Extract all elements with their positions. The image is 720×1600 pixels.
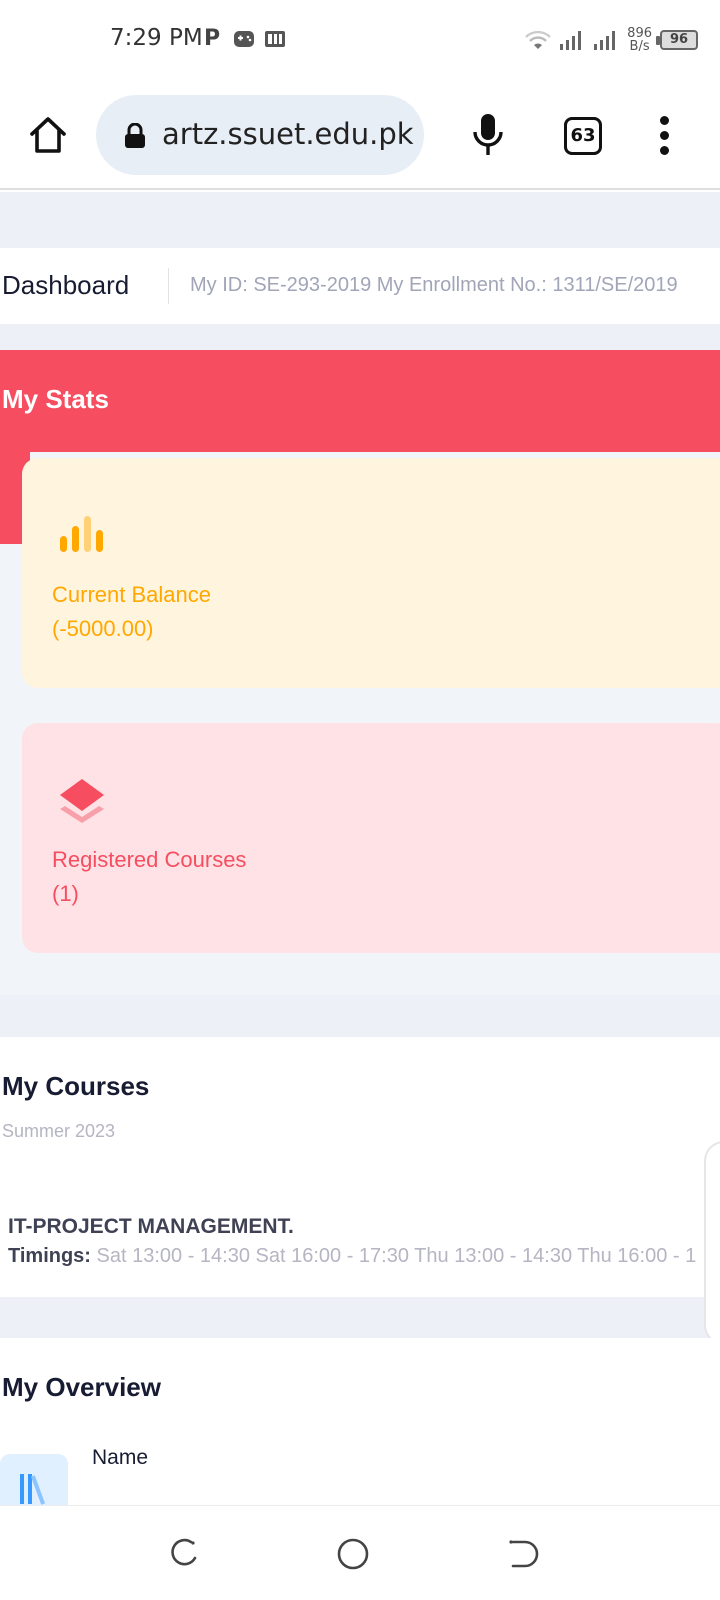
address-bar[interactable]: artz.ssuet.edu.pk: [96, 95, 424, 175]
my-courses-panel: My Courses Summer 2023 IT-PROJECT MANAGE…: [0, 1037, 720, 1345]
microphone-icon[interactable]: [468, 112, 508, 158]
my-overview-panel: My Overview Name: [0, 1338, 720, 1505]
timings-label: Timings:: [8, 1245, 91, 1267]
stats-panel: My Stats Current Balance (-5000.00) Regi…: [0, 350, 720, 995]
student-info: My ID: SE-293-2019 My Enrollment No.: 13…: [190, 274, 678, 296]
balance-value: (-5000.00): [52, 616, 154, 641]
signal-icon-1: [560, 31, 582, 50]
pdf-icon: [265, 31, 285, 47]
my-courses-title: My Courses: [2, 1071, 150, 1101]
subheader: Dashboard My ID: SE-293-2019 My Enrollme…: [0, 248, 720, 324]
game-icon: [234, 31, 254, 47]
timings-value: Sat 13:00 - 14:30 Sat 16:00 - 17:30 Thu …: [96, 1245, 697, 1267]
tab-switcher-button[interactable]: 63: [564, 117, 602, 155]
url-text[interactable]: artz.ssuet.edu.pk: [162, 117, 414, 151]
balance-label: Current Balance: [52, 582, 211, 607]
battery-icon: 96: [656, 30, 698, 50]
page-content: Dashboard My ID: SE-293-2019 My Enrollme…: [0, 192, 720, 1505]
home-circle-icon[interactable]: [335, 1536, 371, 1572]
my-overview-title: My Overview: [2, 1372, 161, 1402]
status-time: 7:29 PM: [110, 25, 203, 51]
back-icon[interactable]: [505, 1536, 541, 1572]
library-icon: [0, 1454, 68, 1505]
courses-label: Registered Courses: [52, 847, 247, 872]
status-bar: 7:29 PM P 896 B/s 96: [0, 0, 720, 80]
network-speed: 896 B/s: [627, 27, 652, 53]
navigation-bar: [0, 1505, 720, 1600]
wifi-icon: [525, 30, 552, 49]
current-balance-card[interactable]: Current Balance (-5000.00): [22, 458, 720, 688]
bar-chart-icon: [60, 516, 103, 552]
courses-value: (1): [52, 881, 79, 906]
registered-courses-card[interactable]: Registered Courses (1): [22, 723, 720, 953]
term-label: Summer 2023: [2, 1121, 116, 1141]
network-speed-unit: B/s: [629, 39, 650, 54]
status-indicators: 896 B/s 96: [525, 22, 698, 58]
browser-toolbar: artz.ssuet.edu.pk 63: [0, 80, 720, 190]
course-name[interactable]: IT-PROJECT MANAGEMENT.: [8, 1215, 294, 1239]
lock-icon: [125, 123, 145, 148]
p-icon: P: [204, 26, 221, 51]
signal-icon-2: [594, 31, 616, 50]
home-icon[interactable]: [26, 113, 70, 157]
stats-title: My Stats: [2, 384, 109, 414]
overview-name-label: Name: [92, 1446, 149, 1469]
stats-header: My Stats: [0, 350, 720, 452]
subheader-divider: [168, 268, 169, 304]
side-scroll-handle[interactable]: [704, 1141, 720, 1345]
recents-icon[interactable]: [165, 1536, 201, 1572]
page-title: Dashboard: [2, 270, 130, 300]
course-timings: Timings: Sat 13:00 - 14:30 Sat 16:00 - 1…: [8, 1245, 696, 1268]
layers-icon: [60, 779, 104, 823]
more-options-icon[interactable]: [650, 114, 678, 158]
